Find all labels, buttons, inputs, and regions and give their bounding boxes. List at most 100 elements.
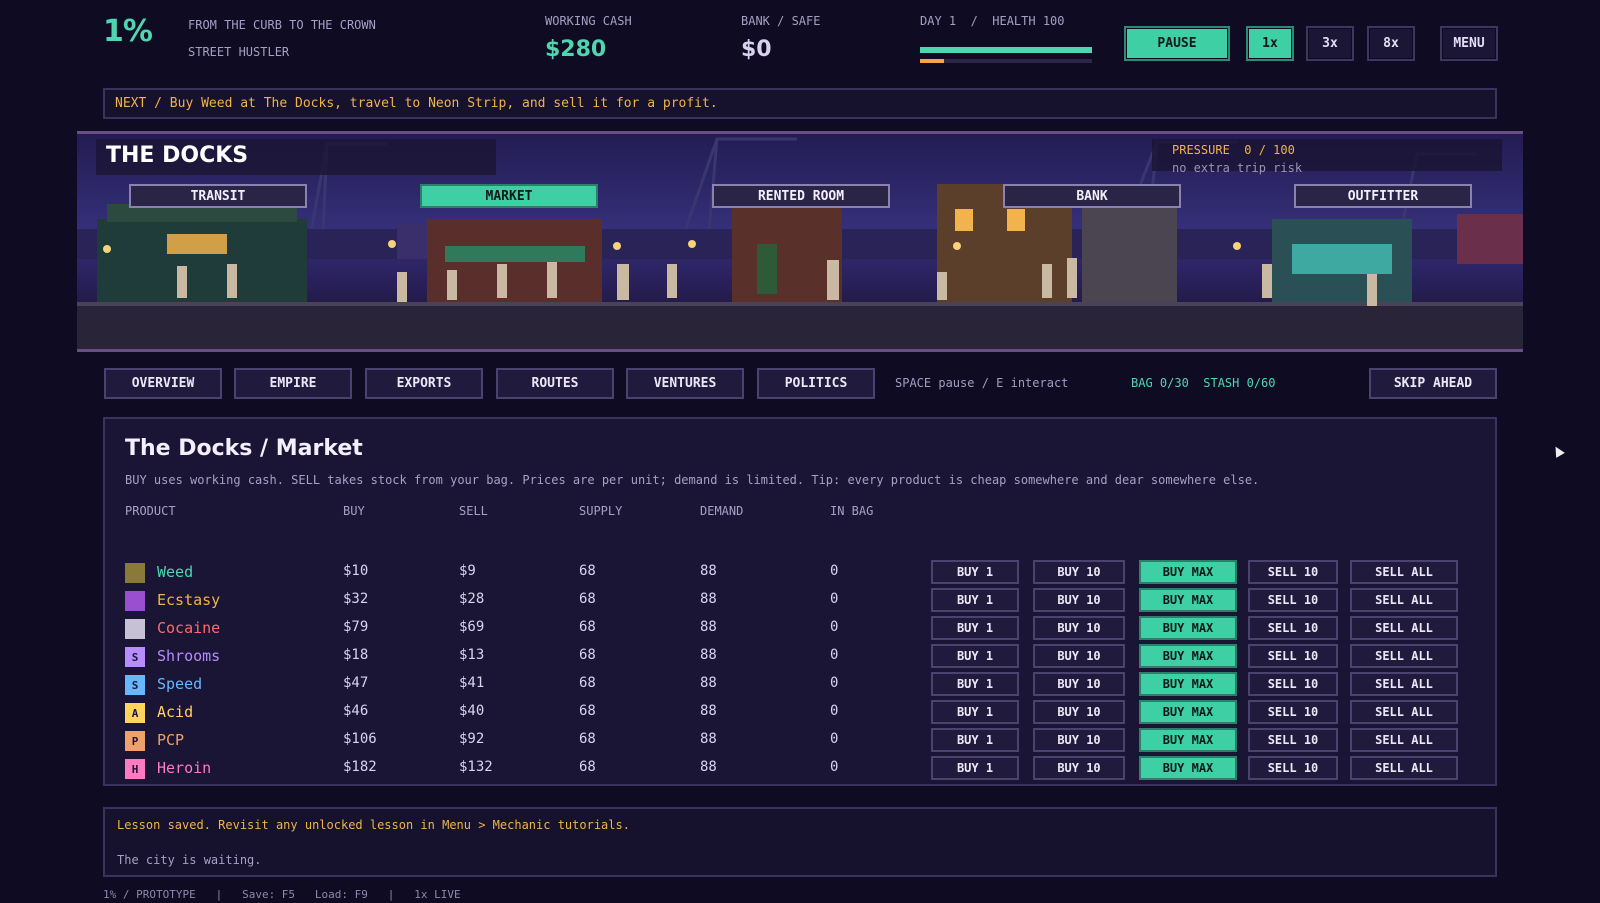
day-progress-fill [920,59,945,63]
buy-10-button[interactable]: BUY 10 [1033,560,1125,584]
speed-1x-button[interactable]: 1x [1246,26,1294,61]
demand-value: 88 [700,563,717,579]
sell-price: $69 [459,619,485,635]
buy-1-button[interactable]: BUY 1 [931,588,1019,612]
column-header-sell: SELL [459,504,488,518]
sell-10-button[interactable]: SELL 10 [1248,616,1338,640]
buy-10-button[interactable]: BUY 10 [1033,672,1125,696]
buy-max-button[interactable]: BUY MAX [1139,644,1237,668]
nav-exports-button[interactable]: EXPORTS [365,368,483,399]
nav-politics-button[interactable]: POLITICS [757,368,875,399]
column-header-demand: DEMAND [700,504,744,518]
buy-price: $182 [343,759,377,775]
buy-1-button[interactable]: BUY 1 [931,672,1019,696]
buy-1-button[interactable]: BUY 1 [931,616,1019,640]
sell-all-button[interactable]: SELL ALL [1350,588,1458,612]
sell-10-button[interactable]: SELL 10 [1248,644,1338,668]
buy-max-button[interactable]: BUY MAX [1139,588,1237,612]
location-transit-button[interactable]: TRANSIT [129,184,307,208]
product-name: Heroin [157,759,212,777]
column-header-in-bag: IN BAG [830,504,874,518]
sell-10-button[interactable]: SELL 10 [1248,700,1338,724]
buy-1-button[interactable]: BUY 1 [931,756,1019,780]
sell-10-button[interactable]: SELL 10 [1248,588,1338,612]
sell-10-button[interactable]: SELL 10 [1248,560,1338,584]
buy-max-button[interactable]: BUY MAX [1139,560,1237,584]
supply-value: 68 [579,563,596,579]
speed-8x-button[interactable]: 8x [1367,26,1415,61]
sell-all-button[interactable]: SELL ALL [1350,728,1458,752]
pressure-note: no extra trip risk [1172,161,1303,175]
nav-routes-button[interactable]: ROUTES [496,368,614,399]
in-bag-value: 0 [830,563,839,579]
buy-1-button[interactable]: BUY 1 [931,728,1019,752]
sell-price: $13 [459,647,485,663]
market-row-weed: Weed $10 $9 68 88 0 BUY 1 BUY 10 BUY MAX SELL 10 S… [125,559,1465,585]
pause-button[interactable]: PAUSE [1124,26,1230,61]
location-outfitter-button[interactable]: OUTFITTER [1294,184,1472,208]
sell-10-button[interactable]: SELL 10 [1248,756,1338,780]
skip-ahead-button[interactable]: SKIP AHEAD [1369,368,1497,399]
in-bag-value: 0 [830,703,839,719]
location-bank-button[interactable]: BANK [1003,184,1181,208]
sell-price: $28 [459,591,485,607]
sell-all-button[interactable]: SELL ALL [1350,560,1458,584]
location-rented-room-button[interactable]: RENTED ROOM [712,184,890,208]
demand-value: 88 [700,647,717,663]
mouse-cursor-icon [1551,444,1565,458]
buy-1-button[interactable]: BUY 1 [931,560,1019,584]
product-name: Weed [157,563,194,581]
buy-price: $46 [343,703,369,719]
buy-max-button[interactable]: BUY MAX [1139,700,1237,724]
sell-10-button[interactable]: SELL 10 [1248,728,1338,752]
location-market-button[interactable]: MARKET [420,184,598,208]
buy-10-button[interactable]: BUY 10 [1033,700,1125,724]
in-bag-value: 0 [830,759,839,775]
supply-value: 68 [579,591,596,607]
log-message: Lesson saved. Revisit any unlocked lesso… [117,818,630,832]
sell-all-button[interactable]: SELL ALL [1350,756,1458,780]
supply-value: 68 [579,731,596,747]
buy-1-button[interactable]: BUY 1 [931,644,1019,668]
buy-10-button[interactable]: BUY 10 [1033,644,1125,668]
sell-price: $41 [459,675,485,691]
nav-overview-button[interactable]: OVERVIEW [104,368,222,399]
buy-price: $32 [343,591,369,607]
buy-max-button[interactable]: BUY MAX [1139,672,1237,696]
market-title: The Docks / Market [125,436,363,461]
buy-1-button[interactable]: BUY 1 [931,700,1019,724]
ecstasy-icon [125,591,145,611]
market-row-acid: A Acid $46 $40 68 88 0 BUY 1 BUY 10 BUY MAX SELL 1… [125,699,1465,725]
market-description: BUY uses working cash. SELL takes stock … [125,473,1260,487]
supply-value: 68 [579,647,596,663]
sell-all-button[interactable]: SELL ALL [1350,672,1458,696]
buy-10-button[interactable]: BUY 10 [1033,728,1125,752]
demand-value: 88 [700,591,717,607]
nav-ventures-button[interactable]: VENTURES [626,368,744,399]
sell-10-button[interactable]: SELL 10 [1248,672,1338,696]
buy-10-button[interactable]: BUY 10 [1033,616,1125,640]
market-row-speed: S Speed $47 $41 68 88 0 BUY 1 BUY 10 BUY MAX SELL … [125,671,1465,697]
sell-all-button[interactable]: SELL ALL [1350,644,1458,668]
buy-max-button[interactable]: BUY MAX [1139,756,1237,780]
market-row-heroin: H Heroin $182 $132 68 88 0 BUY 1 BUY 10 BUY MAX SE… [125,755,1465,781]
buy-10-button[interactable]: BUY 10 [1033,756,1125,780]
nav-empire-button[interactable]: EMPIRE [234,368,352,399]
pcp-icon: P [125,731,145,751]
location-title: THE DOCKS [96,139,496,175]
game-logo: 1% [103,14,153,49]
buy-price: $79 [343,619,369,635]
weed-icon [125,563,145,583]
supply-value: 68 [579,619,596,635]
menu-button[interactable]: MENU [1440,26,1498,61]
sell-all-button[interactable]: SELL ALL [1350,700,1458,724]
sell-all-button[interactable]: SELL ALL [1350,616,1458,640]
footer-status: 1% / PROTOTYPE | Save: F5 Load: F9 | 1x … [103,888,461,901]
supply-value: 68 [579,703,596,719]
buy-max-button[interactable]: BUY MAX [1139,728,1237,752]
buy-10-button[interactable]: BUY 10 [1033,588,1125,612]
column-header-supply: SUPPLY [579,504,623,518]
buy-max-button[interactable]: BUY MAX [1139,616,1237,640]
bag-stash-capacity: BAG 0/30 STASH 0/60 [1131,376,1276,390]
speed-3x-button[interactable]: 3x [1306,26,1354,61]
